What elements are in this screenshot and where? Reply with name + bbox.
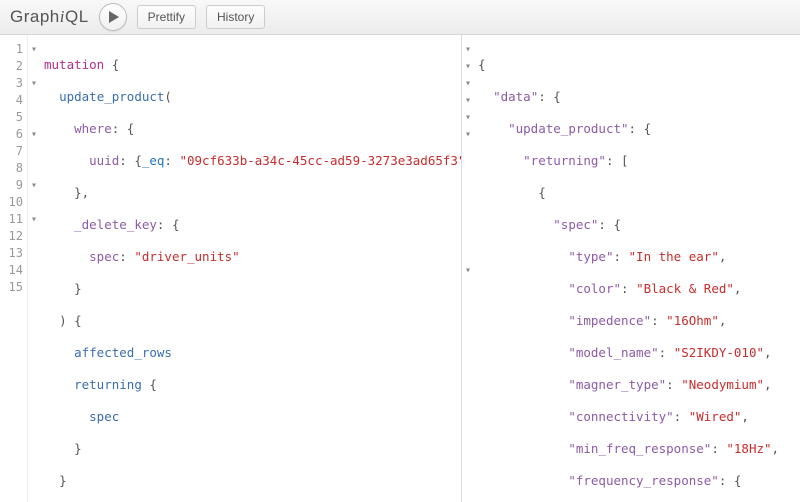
graphiql-logo: GraphiQL [10,7,89,27]
result-code: { "data": { "update_product": { "returni… [474,35,800,502]
execute-button[interactable] [99,3,127,31]
toolbar: GraphiQL Prettify History [0,0,800,35]
query-code[interactable]: mutation { update_product( where: { uuid… [40,35,461,502]
line-gutter: 12345 678910 1112131415 [0,35,28,502]
prettify-button[interactable]: Prettify [137,5,196,29]
workspace: 12345 678910 1112131415 ▾▾ ▾▾ ▾ mutation… [0,35,800,502]
fold-gutter: ▾▾ ▾▾ ▾ [28,35,40,502]
history-button[interactable]: History [206,5,265,29]
query-editor[interactable]: 12345 678910 1112131415 ▾▾ ▾▾ ▾ mutation… [0,35,462,502]
result-fold-gutter: ▾▾▾▾▾ ▾ ▾ [462,35,474,502]
result-viewer[interactable]: ▾▾▾▾▾ ▾ ▾ { "data": { "update_product": … [462,35,800,502]
play-icon [108,11,120,23]
